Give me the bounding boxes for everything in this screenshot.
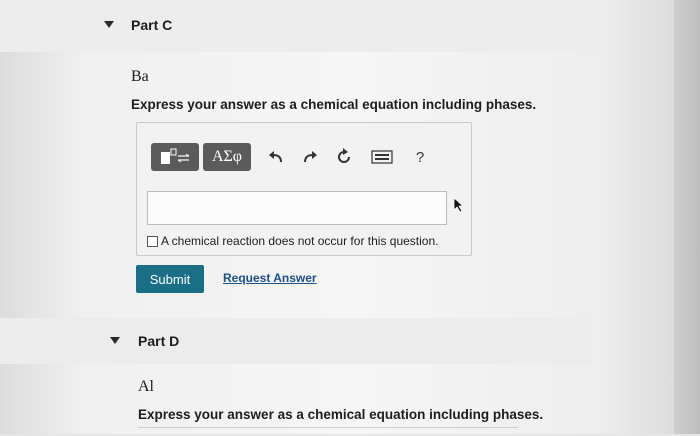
no-reaction-option[interactable]: A chemical reaction does not occur for t… — [147, 234, 438, 248]
screen-bezel — [674, 0, 700, 434]
help-icon[interactable]: ? — [407, 144, 433, 170]
answer-box: ΑΣφ ? A chemical reaction does not occur… — [136, 122, 472, 256]
submit-button[interactable]: Submit — [136, 265, 204, 293]
templates-button[interactable] — [151, 143, 199, 171]
keyboard-icon[interactable] — [369, 144, 395, 170]
redo-icon[interactable] — [297, 144, 323, 170]
part-d-title: Part D — [138, 333, 180, 349]
request-answer-link[interactable]: Request Answer — [223, 271, 317, 285]
part-d-answer-box-edge — [138, 427, 518, 436]
part-d-header[interactable]: Part D — [0, 318, 592, 364]
caret-down-icon[interactable] — [110, 337, 120, 344]
undo-icon[interactable] — [263, 144, 289, 170]
part-c-title: Part C — [131, 17, 173, 33]
part-c-element: Ba — [131, 68, 149, 85]
caret-down-icon[interactable] — [104, 21, 114, 28]
greek-symbols-button[interactable]: ΑΣφ — [203, 143, 251, 171]
part-d-instruction: Express your answer as a chemical equati… — [138, 407, 544, 422]
no-reaction-label: A chemical reaction does not occur for t… — [161, 234, 439, 248]
reset-icon[interactable] — [331, 144, 357, 170]
part-d-element: Al — [138, 378, 154, 395]
part-c-instruction: Express your answer as a chemical equati… — [131, 97, 537, 112]
mouse-cursor-icon — [453, 197, 465, 213]
template-icon — [161, 148, 190, 164]
part-c-header[interactable]: Part C — [0, 0, 600, 52]
page: Part C Ba Express your answer as a chemi… — [0, 0, 700, 434]
equation-toolbar: ΑΣφ ? — [151, 143, 433, 171]
no-reaction-checkbox[interactable] — [147, 235, 158, 247]
answer-input[interactable] — [147, 191, 447, 225]
